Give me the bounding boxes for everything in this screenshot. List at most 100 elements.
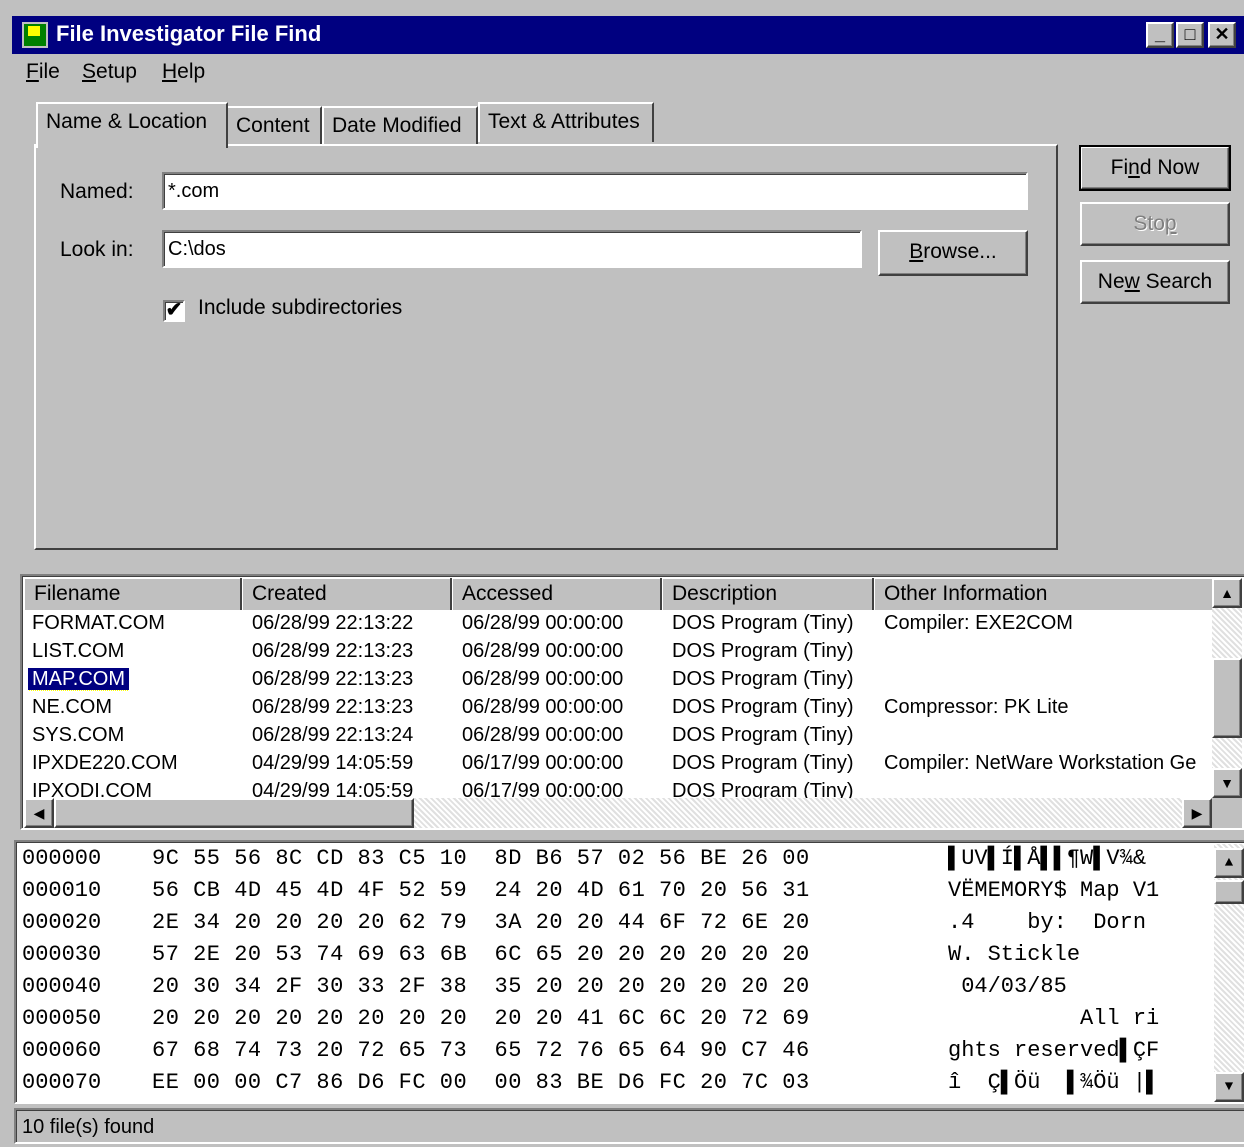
named-input[interactable]: *.com: [162, 172, 1028, 210]
named-label: Named:: [60, 180, 134, 203]
find-now-button[interactable]: Find Now: [1079, 145, 1231, 191]
status-bar: 10 file(s) found: [14, 1108, 1244, 1144]
include-subdirs-checkbox[interactable]: ✔: [163, 300, 185, 322]
title-bar[interactable]: File Investigator File Find _ □ ✕: [12, 16, 1244, 54]
hex-bytes: EE 00 00 C7 86 D6 FC 00 00 83 BE D6 FC 2…: [152, 1070, 810, 1095]
cell-description: DOS Program (Tiny): [672, 696, 854, 718]
hex-offset: 000020: [22, 910, 102, 935]
hex-view[interactable]: 000000 9C 55 56 8C CD 83 C5 10 8D B6 57 …: [14, 840, 1244, 1104]
hex-ascii: ▌UV▌Í▌Å▌▌¶W▌V¾&: [948, 846, 1147, 871]
tab-text-attributes[interactable]: Text & Attributes: [478, 102, 654, 142]
scroll-left-button[interactable]: ◀: [24, 798, 54, 828]
table-row[interactable]: FORMAT.COM 06/28/99 22:13:22 06/28/99 00…: [24, 612, 1212, 640]
horizontal-scroll-thumb[interactable]: [54, 798, 414, 828]
hex-offset: 000030: [22, 942, 102, 967]
cell-filename: IPXDE220.COM: [32, 752, 178, 774]
cell-filename: NE.COM: [32, 696, 112, 718]
hex-ascii: .4 by: Dorn: [948, 910, 1160, 935]
table-row[interactable]: LIST.COM 06/28/99 22:13:23 06/28/99 00:0…: [24, 640, 1212, 668]
hex-ascii: VËMEMORY$ Map V1: [948, 878, 1160, 903]
arrow-left-icon: ◀: [33, 805, 45, 821]
cell-description: DOS Program (Tiny): [672, 640, 854, 662]
arrow-right-icon: ▶: [1191, 805, 1203, 821]
cell-created: 04/29/99 14:05:59: [252, 752, 414, 774]
scroll-thumb[interactable]: [1212, 658, 1242, 738]
cell-created: 06/28/99 22:13:23: [252, 696, 414, 718]
arrow-up-icon: ▲: [1220, 585, 1234, 601]
hex-offset: 000070: [22, 1070, 102, 1095]
cell-accessed: 06/17/99 00:00:00: [462, 752, 624, 774]
hex-bytes: 20 20 20 20 20 20 20 20 20 20 41 6C 6C 2…: [152, 1006, 810, 1031]
cell-accessed: 06/28/99 00:00:00: [462, 696, 624, 718]
hex-ascii: 04/03/85: [948, 974, 1160, 999]
column-header-created[interactable]: Created: [242, 578, 452, 610]
tab-content[interactable]: Content: [226, 106, 322, 146]
minimize-icon: _: [1154, 24, 1165, 44]
hex-scroll-up-button[interactable]: ▲: [1214, 848, 1244, 878]
hex-scroll-down-button[interactable]: ▼: [1214, 1072, 1244, 1102]
new-search-button[interactable]: New Search: [1080, 260, 1230, 304]
scroll-up-button[interactable]: ▲: [1212, 578, 1242, 608]
hex-bytes: 57 2E 20 53 74 69 63 6B 6C 65 20 20 20 2…: [152, 942, 810, 967]
hex-bytes: 9C 55 56 8C CD 83 C5 10 8D B6 57 02 56 B…: [152, 846, 810, 871]
cell-created: 06/28/99 22:13:23: [252, 668, 414, 690]
maximize-icon: □: [1184, 24, 1196, 44]
hex-bytes: 2E 34 20 20 20 20 62 79 3A 20 20 44 6F 7…: [152, 910, 810, 935]
lookin-input[interactable]: C:\dos: [162, 230, 862, 268]
tab-name-location[interactable]: Name & Location: [36, 102, 228, 148]
close-icon: ✕: [1214, 24, 1230, 44]
hex-offset: 000010: [22, 878, 102, 903]
cell-description: DOS Program (Tiny): [672, 724, 854, 746]
column-header-filename[interactable]: Filename: [24, 578, 242, 610]
cell-other-information: Compressor: PK Lite: [884, 696, 1069, 718]
browse-button[interactable]: Browse...: [878, 230, 1028, 276]
cell-other-information: Compiler: EXE2COM: [884, 612, 1073, 634]
menu-setup[interactable]: Setup: [82, 60, 137, 84]
column-header-description[interactable]: Description: [662, 578, 874, 610]
hex-row: 000070 EE 00 00 C7 86 D6 FC 00 00 83 BE …: [18, 1070, 1206, 1102]
hex-row: 000050 20 20 20 20 20 20 20 20 20 20 41 …: [18, 1006, 1206, 1038]
maximize-button[interactable]: □: [1176, 22, 1204, 48]
results-horizontal-scrollbar[interactable]: ◀ ▶: [24, 798, 1212, 828]
menu-file[interactable]: File: [26, 60, 60, 84]
hex-ascii: All ri: [948, 1006, 1160, 1031]
column-header-accessed[interactable]: Accessed: [452, 578, 662, 610]
hex-row: 000030 57 2E 20 53 74 69 63 6B 6C 65 20 …: [18, 942, 1206, 974]
cell-accessed: 06/28/99 00:00:00: [462, 640, 624, 662]
hex-offset: 000050: [22, 1006, 102, 1031]
table-row[interactable]: IPXDE220.COM 04/29/99 14:05:59 06/17/99 …: [24, 752, 1212, 780]
cell-other-information: Compiler: NetWare Workstation Ge: [884, 752, 1197, 774]
table-row-selected[interactable]: MAP.COM 06/28/99 22:13:23 06/28/99 00:00…: [24, 668, 1212, 696]
include-subdirs-label: Include subdirectories: [198, 296, 403, 319]
scroll-right-button[interactable]: ▶: [1182, 798, 1212, 828]
results-vertical-scrollbar[interactable]: ▲ ▼: [1212, 578, 1242, 798]
close-button[interactable]: ✕: [1208, 22, 1236, 48]
cell-created: 06/28/99 22:13:22: [252, 612, 414, 634]
cell-filename: FORMAT.COM: [32, 612, 165, 634]
table-row[interactable]: SYS.COM 06/28/99 22:13:24 06/28/99 00:00…: [24, 724, 1212, 752]
minimize-button[interactable]: _: [1146, 22, 1174, 48]
cell-accessed: 06/28/99 00:00:00: [462, 668, 624, 690]
hex-ascii: W. Stickle: [948, 942, 1160, 967]
arrow-up-icon: ▲: [1224, 855, 1234, 871]
scroll-down-button[interactable]: ▼: [1212, 768, 1242, 798]
cell-filename: SYS.COM: [32, 724, 125, 746]
hex-row: 000020 2E 34 20 20 20 20 62 79 3A 20 20 …: [18, 910, 1206, 942]
hex-bytes: 67 68 74 73 20 72 65 73 65 72 76 65 64 9…: [152, 1038, 810, 1063]
stop-button[interactable]: Stop: [1080, 202, 1230, 246]
column-header-other-information[interactable]: Other Information: [874, 578, 1212, 610]
table-row[interactable]: NE.COM 06/28/99 22:13:23 06/28/99 00:00:…: [24, 696, 1212, 724]
hex-row: 000010 56 CB 4D 45 4D 4F 52 59 24 20 4D …: [18, 878, 1206, 910]
hex-vertical-scrollbar[interactable]: ▲ ▼: [1214, 844, 1244, 1102]
cell-filename: MAP.COM: [28, 668, 129, 691]
cell-description: DOS Program (Tiny): [672, 612, 854, 634]
results-list[interactable]: Filename Created Accessed Description Ot…: [20, 574, 1244, 830]
tab-date-modified[interactable]: Date Modified: [322, 106, 478, 146]
menu-help[interactable]: Help: [162, 60, 205, 84]
hex-scroll-thumb[interactable]: [1214, 880, 1244, 904]
arrow-down-icon: ▼: [1220, 775, 1234, 791]
hex-bytes: 56 CB 4D 45 4D 4F 52 59 24 20 4D 61 70 2…: [152, 878, 810, 903]
arrow-down-icon: ▼: [1224, 1079, 1234, 1095]
hex-offset: 000000: [22, 846, 102, 871]
hex-row: 000060 67 68 74 73 20 72 65 73 65 72 76 …: [18, 1038, 1206, 1070]
